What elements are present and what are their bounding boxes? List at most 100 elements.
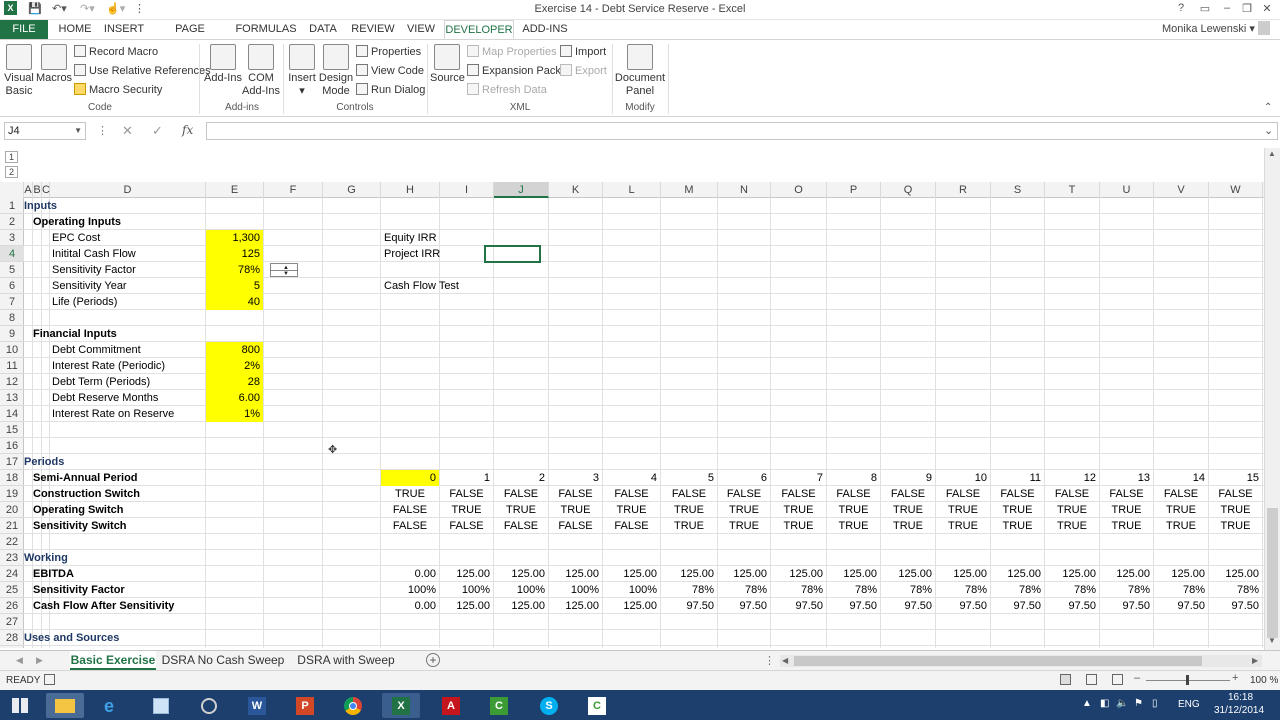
zoom-level[interactable]: 100 %	[1250, 675, 1278, 686]
sensitivity-factor-cell[interactable]: 100%	[603, 582, 660, 598]
sensitivity-factor-cell[interactable]: 78%	[936, 582, 990, 598]
sheet-tab-dsra-no-cash-sweep[interactable]: DSRA No Cash Sweep	[160, 651, 286, 670]
label-equity-irr[interactable]: Equity IRR	[381, 230, 493, 246]
tab-home[interactable]: HOME	[56, 20, 94, 39]
cash-flow-cell[interactable]: 97.50	[661, 598, 717, 614]
sensitivity-switch-cell[interactable]: FALSE	[381, 518, 439, 534]
operating-switch-cell[interactable]: TRUE	[936, 502, 990, 518]
document-panel-button[interactable]: Document Panel	[614, 44, 666, 98]
input-label[interactable]: EPC Cost	[42, 230, 205, 246]
sensitivity-switch-cell[interactable]: TRUE	[1209, 518, 1262, 534]
label-cash-flow-test[interactable]: Cash Flow Test	[381, 278, 493, 294]
outline-level-1-button[interactable]: 1	[5, 151, 18, 163]
skype-icon[interactable]: S	[530, 693, 568, 718]
ebitda-cell[interactable]: 125.00	[549, 566, 602, 582]
period-cell[interactable]: 9	[881, 470, 935, 486]
cash-flow-cell[interactable]: 125.00	[603, 598, 660, 614]
column-header-h[interactable]: H	[381, 182, 440, 198]
period-cell[interactable]: 15	[1209, 470, 1262, 486]
next-sheet-icon[interactable]: ▶	[36, 655, 43, 666]
input-value[interactable]: 1,300	[206, 230, 263, 246]
row-header-6[interactable]: 6	[0, 278, 24, 294]
construction-switch-cell[interactable]: FALSE	[661, 486, 717, 502]
cash-flow-cell[interactable]: 97.50	[771, 598, 826, 614]
input-label[interactable]: Initital Cash Flow	[42, 246, 205, 262]
operating-switch-cell[interactable]: TRUE	[494, 502, 548, 518]
scroll-up-icon[interactable]: ▲	[1268, 149, 1276, 158]
sensitivity-factor-cell[interactable]: 100%	[440, 582, 493, 598]
row-header-17[interactable]: 17	[0, 454, 24, 470]
enter-icon[interactable]: ✓	[152, 123, 163, 139]
cash-flow-cell[interactable]: 97.50	[1154, 598, 1208, 614]
source-button[interactable]: Source	[430, 44, 465, 85]
sensitivity-switch-cell[interactable]: TRUE	[991, 518, 1044, 534]
select-all-button[interactable]	[0, 182, 24, 198]
expand-formula-bar-icon[interactable]: ⌄	[1264, 124, 1273, 137]
sheet-tab-basic-exercise[interactable]: Basic Exercise	[70, 651, 156, 670]
row-header-26[interactable]: 26	[0, 598, 24, 614]
row-header-25[interactable]: 25	[0, 582, 24, 598]
input-label[interactable]: Life (Periods)	[42, 294, 205, 310]
import-button[interactable]: Import	[560, 44, 606, 60]
normal-view-icon[interactable]	[1060, 674, 1071, 685]
sensitivity-factor-cell[interactable]: 78%	[881, 582, 935, 598]
ebitda-cell[interactable]: 125.00	[771, 566, 826, 582]
camtasia-icon[interactable]: C	[480, 693, 518, 718]
period-cell[interactable]: 5	[661, 470, 717, 486]
column-header-d[interactable]: D	[50, 182, 206, 198]
scroll-left-icon[interactable]: ◀	[782, 656, 788, 665]
column-header-j[interactable]: J	[494, 182, 549, 198]
ebitda-cell[interactable]: 125.00	[494, 566, 548, 582]
scroll-down-icon[interactable]: ▼	[1268, 636, 1276, 645]
powerpoint-icon[interactable]: P	[286, 693, 324, 718]
restore-icon[interactable]: ❐	[1238, 2, 1256, 15]
row-header-24[interactable]: 24	[0, 566, 24, 582]
sensitivity-factor-cell[interactable]: 78%	[991, 582, 1044, 598]
sensitivity-factor-cell[interactable]: 78%	[1100, 582, 1153, 598]
tab-insert[interactable]: INSERT	[102, 20, 146, 39]
operating-switch-cell[interactable]: TRUE	[1045, 502, 1099, 518]
vertical-scrollbar[interactable]: ▲ ▼	[1264, 148, 1280, 650]
volume-icon[interactable]: 🔈	[1116, 698, 1128, 709]
column-header-t[interactable]: T	[1045, 182, 1100, 198]
view-code-button[interactable]: View Code	[356, 63, 424, 79]
column-header-g[interactable]: G	[323, 182, 381, 198]
refresh-data-button[interactable]: Refresh Data	[467, 82, 547, 98]
excel-taskbar-icon[interactable]: X	[382, 693, 420, 718]
chrome-icon[interactable]	[334, 693, 372, 718]
windows-start-icon[interactable]	[2, 693, 38, 718]
operating-switch-cell[interactable]: TRUE	[1209, 502, 1262, 518]
selected-cell-j4[interactable]	[484, 245, 541, 263]
row-header-16[interactable]: 16	[0, 438, 24, 454]
macro-recording-icon[interactable]	[44, 674, 55, 685]
ribbon-display-icon[interactable]: ▭	[1196, 2, 1214, 15]
construction-switch-cell[interactable]: FALSE	[1209, 486, 1262, 502]
insert-function-icon[interactable]: fx	[182, 123, 193, 137]
scroll-right-icon[interactable]: ▶	[1252, 656, 1258, 665]
new-sheet-icon[interactable]: +	[426, 653, 440, 667]
operating-switch-cell[interactable]: TRUE	[827, 502, 880, 518]
period-cell[interactable]: 3	[549, 470, 602, 486]
operating-switch-cell[interactable]: TRUE	[549, 502, 602, 518]
sensitivity-switch-cell[interactable]: FALSE	[549, 518, 602, 534]
file-explorer-icon[interactable]	[46, 693, 84, 718]
name-box[interactable]: J4 ▼	[4, 122, 86, 140]
operating-switch-cell[interactable]: TRUE	[1100, 502, 1153, 518]
clock-date[interactable]: 31/12/2014	[1214, 705, 1264, 716]
construction-switch-cell[interactable]: FALSE	[1100, 486, 1153, 502]
sensitivity-factor-cell[interactable]: 100%	[381, 582, 439, 598]
section-heading-working[interactable]: Working	[24, 550, 68, 566]
column-header-a[interactable]: A	[24, 182, 33, 198]
construction-switch-cell[interactable]: FALSE	[1045, 486, 1099, 502]
row-label-25[interactable]: Sensitivity Factor	[33, 582, 205, 598]
construction-switch-cell[interactable]: FALSE	[936, 486, 990, 502]
zoom-out-icon[interactable]: –	[1134, 672, 1140, 684]
spin-button-control[interactable]: ▲ ▼	[270, 263, 298, 277]
visual-basic-button[interactable]: Visual Basic	[2, 44, 36, 98]
construction-switch-cell[interactable]: FALSE	[1154, 486, 1208, 502]
show-hidden-icons-icon[interactable]: ▲	[1082, 698, 1092, 709]
sheet-tab-dsra-with-sweep[interactable]: DSRA with Sweep	[290, 651, 402, 670]
relative-references-button[interactable]: Use Relative References	[74, 63, 211, 79]
tab-review[interactable]: REVIEW	[350, 20, 396, 39]
sensitivity-switch-cell[interactable]: FALSE	[494, 518, 548, 534]
